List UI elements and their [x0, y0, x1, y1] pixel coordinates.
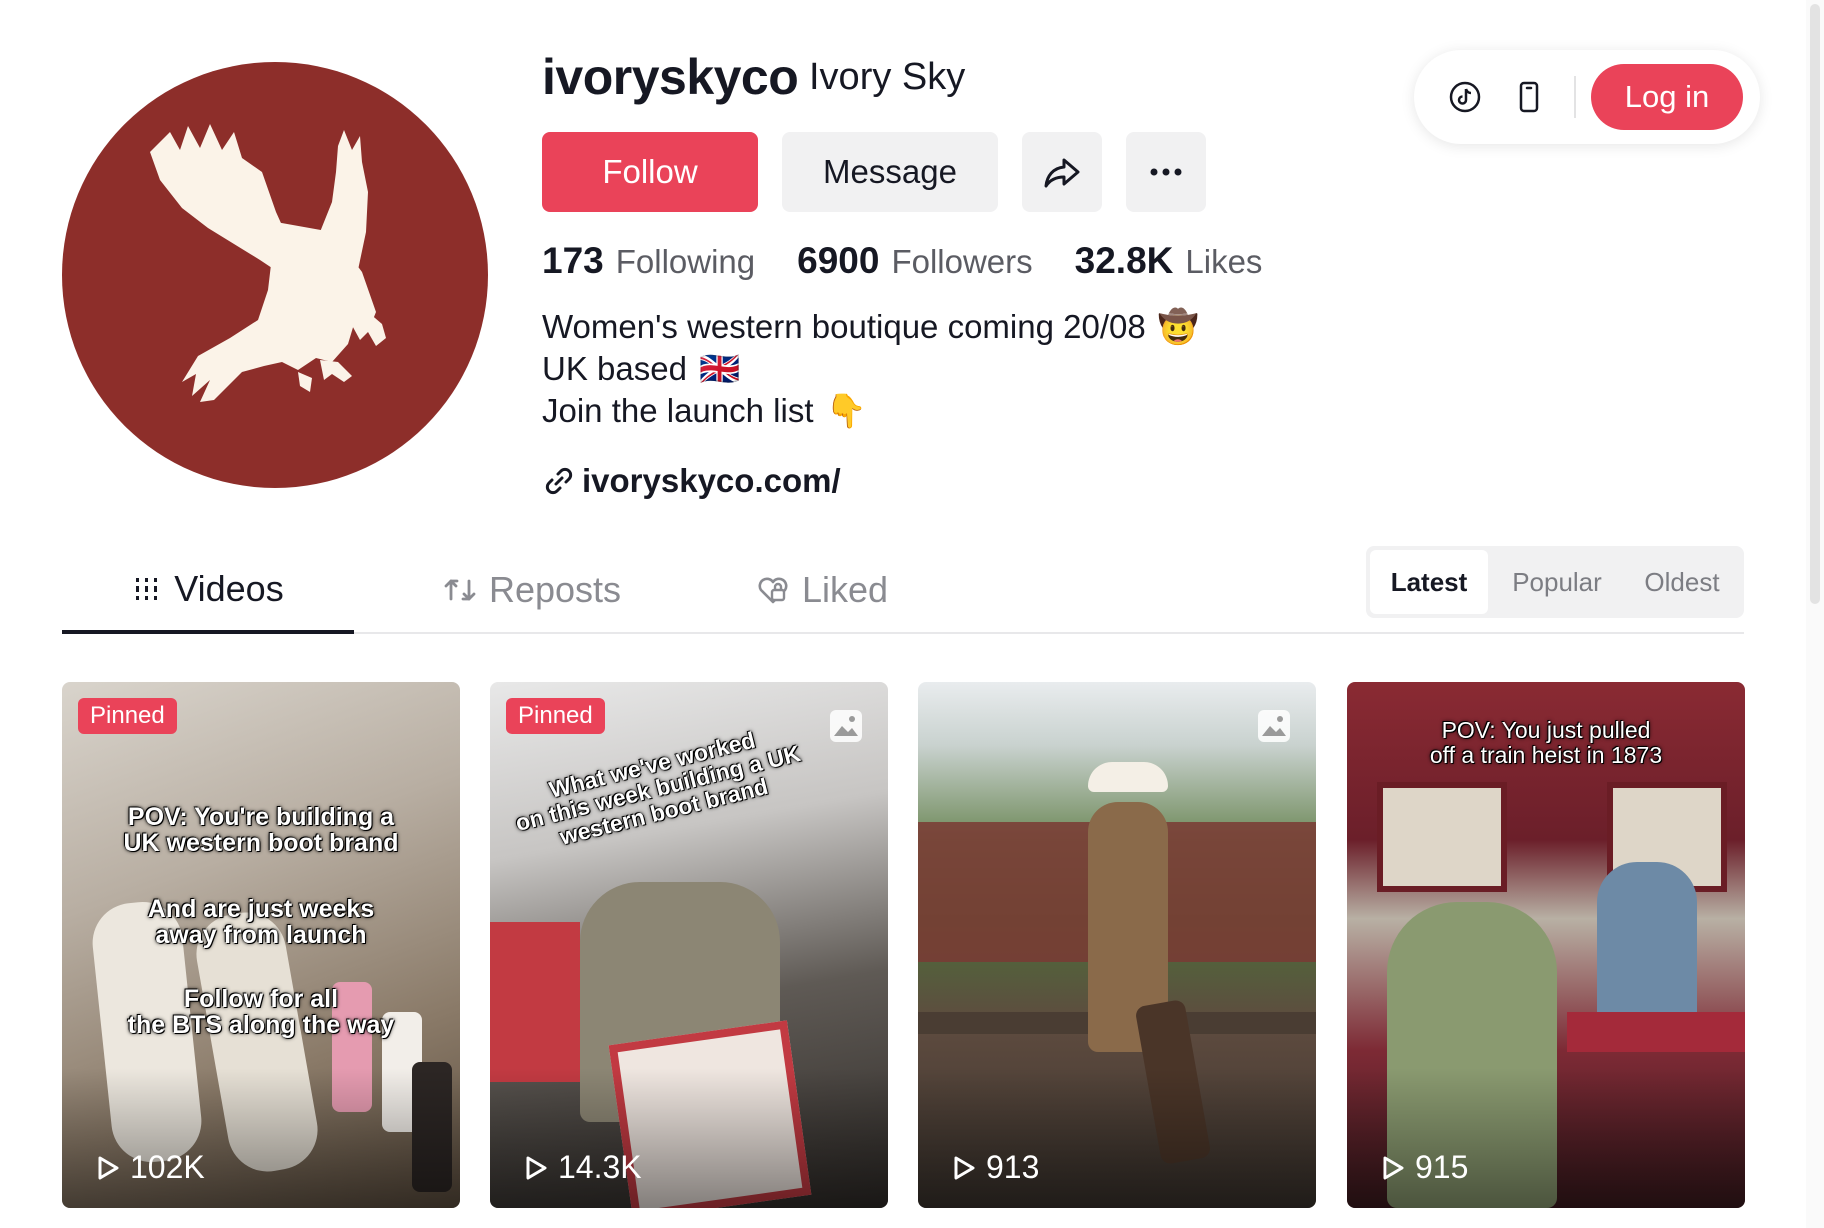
stat-value: 6900 [797, 240, 880, 281]
tab-label: Videos [174, 568, 284, 609]
stat-label: Followers [891, 243, 1033, 280]
tab-label: Liked [801, 569, 889, 610]
sort-selector: Latest Popular Oldest [1366, 546, 1744, 618]
video-caption: POV: You're building a UK western boot b… [123, 803, 399, 858]
pinned-badge: Pinned [78, 698, 177, 734]
view-count-value: 915 [1415, 1149, 1469, 1185]
repost-icon [444, 579, 476, 601]
cowboy-emoji-icon: 🤠 [1157, 308, 1199, 345]
bio-text: UK based [542, 350, 687, 387]
window-shape [1377, 782, 1507, 892]
message-button[interactable]: Message [782, 132, 998, 212]
scrollbar-thumb[interactable] [1810, 4, 1820, 604]
video-caption: Follow for all the BTS along the way [127, 985, 395, 1040]
more-options-button[interactable] [1126, 132, 1206, 212]
stat-value: 173 [542, 240, 604, 281]
follow-button[interactable]: Follow [542, 132, 758, 212]
play-icon [98, 1156, 119, 1179]
phone-icon [1519, 81, 1539, 113]
sort-popular[interactable]: Popular [1492, 550, 1622, 614]
divider [1574, 76, 1576, 118]
eagle-logo-icon [150, 124, 386, 402]
view-count: 14.3K [520, 1149, 642, 1186]
cowboy-hat-shape [1088, 762, 1168, 792]
avatar [62, 62, 488, 488]
photo-icon [1258, 710, 1290, 742]
nickname: Ivory Sky [809, 56, 966, 98]
more-icon [1150, 168, 1182, 176]
video-card[interactable]: POV: You just pulled off a train heist i… [1347, 682, 1745, 1208]
tab-reposts[interactable]: Reposts [402, 548, 662, 632]
view-count: 102K [92, 1149, 205, 1186]
video-caption: POV: You just pulled off a train heist i… [1429, 717, 1663, 769]
tab-label: Reposts [488, 569, 622, 610]
view-count-value: 102K [130, 1149, 205, 1185]
share-icon [1044, 158, 1080, 188]
card-shade [918, 1068, 1316, 1208]
video-card[interactable]: Pinned POV: You're building a UK western… [62, 682, 460, 1208]
page-scrollbar[interactable] [1806, 0, 1824, 1228]
photo-icon [830, 710, 862, 742]
videos-grid-icon [136, 578, 158, 600]
play-icon [526, 1156, 547, 1179]
shoebox-stack-shape [490, 922, 580, 1082]
profile-link[interactable]: ivoryskyco.com/ [544, 462, 841, 500]
bio-line: UK based 🇬🇧 [542, 348, 1199, 390]
bio-line: Women's western boutique coming 20/08 🤠 [542, 306, 1199, 348]
uk-flag-icon: 🇬🇧 [698, 350, 741, 387]
card-shade [62, 1068, 460, 1208]
sort-latest[interactable]: Latest [1370, 550, 1488, 614]
person-shape [1597, 862, 1697, 1032]
view-count: 915 [1377, 1149, 1468, 1186]
tab-liked[interactable]: Liked [722, 548, 922, 632]
video-caption: What we've worked on this week building … [512, 726, 804, 850]
profile-link-text: ivoryskyco.com/ [582, 462, 841, 499]
pointing-down-emoji-icon: 👇 [825, 392, 867, 429]
tab-videos[interactable]: Videos [62, 548, 354, 634]
username: ivoryskyco [542, 49, 799, 105]
tiktok-button[interactable] [1444, 76, 1486, 118]
share-button[interactable] [1022, 132, 1102, 212]
view-count-value: 913 [986, 1149, 1040, 1185]
liked-hidden-icon [758, 577, 788, 604]
stat-followers[interactable]: 6900 Followers [797, 240, 1033, 282]
link-icon [545, 467, 573, 495]
stat-value: 32.8K [1074, 240, 1174, 281]
view-count: 913 [948, 1149, 1039, 1186]
tiktok-icon [1449, 81, 1481, 113]
bio-text: Join the launch list [542, 392, 814, 429]
profile-stats: 173 Following 6900 Followers 32.8K Likes [542, 240, 1304, 282]
bio: Women's western boutique coming 20/08 🤠 … [542, 306, 1199, 432]
play-icon [1383, 1156, 1404, 1179]
table-shape [1567, 1012, 1745, 1052]
stat-likes: 32.8K Likes [1075, 240, 1263, 282]
stat-label: Likes [1185, 243, 1263, 280]
login-button[interactable]: Log in [1591, 64, 1743, 130]
get-app-button[interactable] [1508, 76, 1550, 118]
card-shade [490, 1068, 888, 1208]
sort-oldest[interactable]: Oldest [1624, 550, 1740, 614]
view-count-value: 14.3K [558, 1149, 642, 1185]
play-icon [954, 1156, 975, 1179]
stat-label: Following [615, 243, 756, 280]
bio-line: Join the launch list 👇 [542, 390, 1199, 432]
card-shade [1347, 1068, 1745, 1208]
bio-text: Women's western boutique coming 20/08 [542, 308, 1146, 345]
video-caption: And are just weeks away from launch [147, 895, 375, 950]
video-card[interactable]: Pinned What we've worked on this week bu… [490, 682, 888, 1208]
pinned-badge: Pinned [506, 698, 605, 734]
video-card[interactable]: 913 [918, 682, 1316, 1208]
stat-following[interactable]: 173 Following [542, 240, 755, 282]
top-actions: Log in [1414, 50, 1760, 144]
